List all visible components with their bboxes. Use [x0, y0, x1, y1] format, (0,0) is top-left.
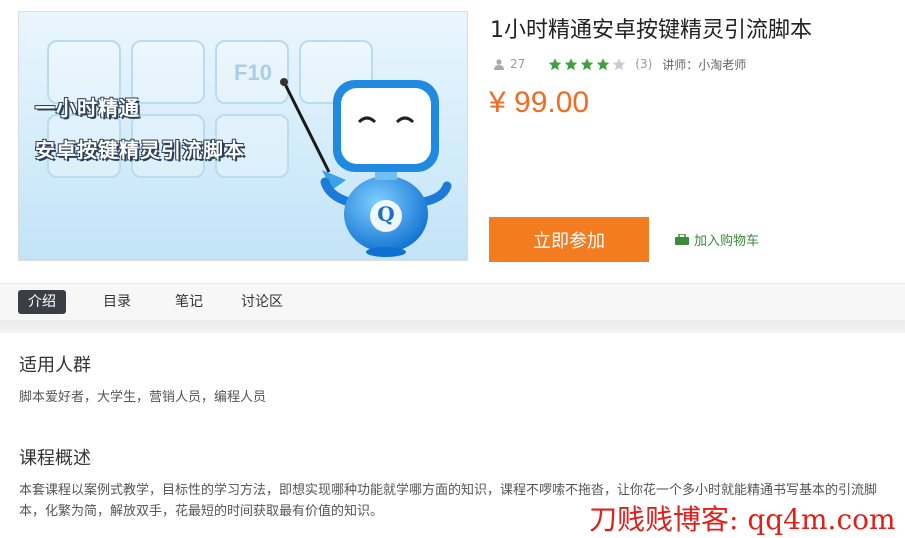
add-to-cart-link[interactable]: 加入购物车	[675, 230, 759, 249]
robot-mascot-icon	[320, 80, 452, 257]
site-watermark: 刀贱贱博客: qq4m.com	[585, 498, 900, 538]
teacher-name[interactable]: 讲师：小淘老师	[662, 56, 746, 73]
tab-notes[interactable]: 笔记	[165, 290, 213, 314]
course-tab-bar: 介绍 目录 笔记 讨论区	[0, 283, 905, 321]
person-icon	[494, 58, 504, 70]
audience-heading: 适用人群	[19, 355, 91, 376]
audience-text: 脚本爱好者，大学生，营销人员，编程人员	[19, 390, 267, 405]
star-icon	[613, 57, 626, 70]
student-count: 27	[510, 57, 526, 71]
cart-icon	[675, 234, 689, 245]
cover-key-label: F10	[234, 60, 272, 85]
add-to-cart-label: 加入购物车	[694, 234, 760, 249]
course-price: ¥ 99.00	[489, 86, 590, 119]
tab-discussion[interactable]: 讨论区	[231, 290, 293, 314]
star-icon	[581, 57, 594, 70]
rating-stars	[547, 57, 627, 72]
star-icon	[549, 57, 562, 70]
section-divider-band	[0, 320, 905, 333]
tab-catalog[interactable]: 目录	[93, 290, 141, 314]
cover-key-decoration	[131, 40, 205, 104]
join-course-button[interactable]: 立即参加	[489, 217, 649, 262]
tab-intro[interactable]: 介绍	[18, 290, 66, 314]
robot-badge-letter: Q	[377, 202, 395, 226]
star-icon	[597, 57, 610, 70]
course-title: 1小时精通安卓按键精灵引流脚本	[490, 18, 812, 43]
cover-text-line1: 一小时精通	[35, 96, 140, 120]
course-meta: 27 (3) 讲师：小淘老师	[494, 56, 746, 72]
overview-heading: 课程概述	[19, 448, 91, 469]
rating-count: (3)	[635, 57, 653, 71]
course-cover-image: F10 一小时精通 安卓按键精灵引流脚本 Q	[18, 11, 468, 261]
star-icon	[565, 57, 578, 70]
cover-text-line2: 安卓按键精灵引流脚本	[35, 138, 245, 162]
